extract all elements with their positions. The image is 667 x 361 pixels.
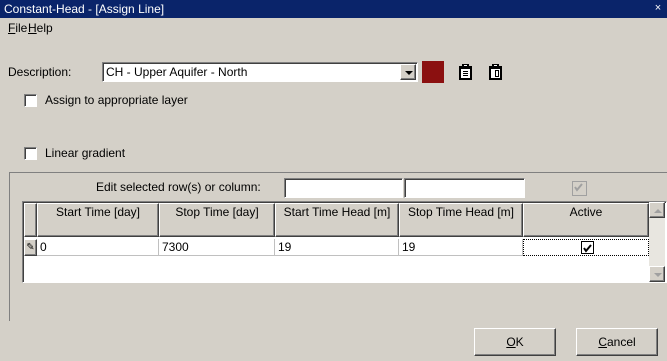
description-combo[interactable]: CH - Upper Aquifer - North (102, 62, 418, 82)
chevron-down-icon (405, 71, 413, 75)
menu-bar: File Help (0, 19, 667, 37)
edit-active-checkbox[interactable] (572, 181, 587, 196)
dropdown-button[interactable] (400, 64, 416, 80)
copy-button[interactable] (456, 63, 476, 81)
scroll-down-button[interactable] (649, 266, 665, 282)
data-table[interactable]: Start Time [day] Stop Time [day] Start T… (22, 201, 667, 283)
menu-help[interactable]: Help (28, 21, 53, 35)
clipboard-paste-icon (489, 64, 502, 80)
assign-layer-checkbox[interactable] (24, 94, 37, 107)
menu-help-accel: H (28, 21, 37, 35)
linear-gradient-label: Linear gradient (45, 146, 126, 160)
check-icon (574, 183, 583, 192)
row-header-corner (24, 203, 37, 237)
table-cell-stop-head[interactable]: 19 (399, 239, 523, 256)
paste-button[interactable] (486, 63, 506, 81)
scroll-up-button[interactable] (649, 202, 665, 218)
title-bar: Constant-Head - [Assign Line] × (0, 0, 667, 18)
column-header[interactable]: Stop Time [day] (159, 203, 275, 237)
window-title: Constant-Head - [Assign Line] (4, 2, 165, 16)
clipboard-copy-icon (459, 64, 472, 80)
menu-help-rest: elp (36, 21, 53, 35)
edit-row-label: Edit selected row(s) or column: (96, 180, 261, 194)
ok-rest: K (515, 335, 524, 349)
column-header[interactable]: Start Time Head [m] (275, 203, 399, 237)
chevron-up-icon (654, 209, 662, 213)
description-label: Description: (8, 65, 72, 79)
color-swatch[interactable] (422, 61, 444, 83)
table-cell-start-head[interactable]: 19 (275, 239, 399, 256)
cancel-rest: ancel (606, 335, 636, 349)
active-checkbox[interactable] (581, 241, 594, 254)
column-header[interactable]: Active (523, 203, 649, 237)
menu-file-rest: ile (15, 21, 28, 35)
vertical-scrollbar[interactable] (649, 202, 665, 282)
edit-field-2[interactable] (404, 178, 525, 198)
linear-gradient-checkbox[interactable] (24, 147, 37, 160)
column-header[interactable]: Start Time [day] (37, 203, 159, 237)
edit-field-1[interactable] (284, 178, 403, 198)
ok-button[interactable]: OK (474, 328, 556, 356)
cancel-accel: C (598, 335, 607, 349)
row-edit-indicator: ✎ (24, 239, 37, 256)
table-cell-active[interactable] (523, 239, 649, 256)
chevron-down-icon (654, 273, 662, 277)
table-cell-stop-time[interactable]: 7300 (159, 239, 275, 256)
check-icon (583, 244, 592, 253)
cancel-button[interactable]: Cancel (576, 328, 658, 356)
table-cell-start-time[interactable]: 0 (37, 239, 159, 256)
column-header[interactable]: Stop Time Head [m] (399, 203, 523, 237)
ok-accel: O (506, 335, 516, 349)
close-icon[interactable]: × (652, 2, 664, 15)
assign-layer-label: Assign to appropriate layer (45, 93, 188, 107)
menu-file[interactable]: File (8, 21, 27, 35)
description-value: CH - Upper Aquifer - North (106, 65, 248, 79)
